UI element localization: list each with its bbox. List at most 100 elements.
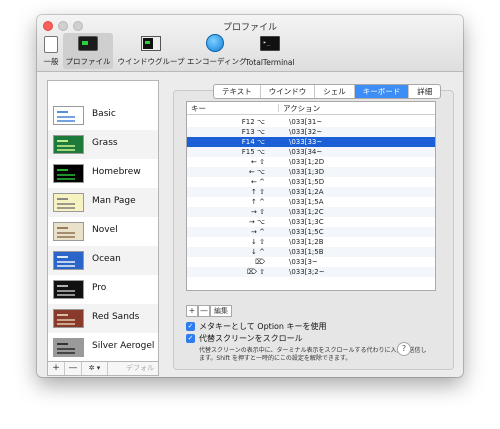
key-cell: F15 ⌥ — [241, 148, 265, 156]
tab-keyboard[interactable]: キーボード — [354, 85, 410, 98]
action-cell: \033[34~ — [289, 148, 323, 156]
toolbar-label: TotalTerminal — [245, 58, 295, 67]
profile-item-pro[interactable]: Pro — [48, 275, 158, 304]
action-cell: \033[3;2~ — [289, 268, 325, 276]
preferences-window: プロファイル 一般 プロファイル ウインドウグループ エンコーディング Tota… — [37, 15, 463, 377]
remove-key-button[interactable]: — — [198, 305, 210, 317]
key-cell: ⌦ — [255, 258, 265, 266]
profile-thumbnail — [53, 135, 84, 154]
title-bar: プロファイル 一般 プロファイル ウインドウグループ エンコーディング Tota… — [37, 15, 463, 72]
table-row[interactable]: ↓ ⇧ \033[1;2B — [187, 237, 435, 247]
table-row[interactable]: ← ⇧ \033[1;2D — [187, 157, 435, 167]
profile-item-red-sands[interactable]: Red Sands — [48, 304, 158, 333]
toolbar-profiles[interactable]: プロファイル — [63, 33, 113, 69]
profiles-icon — [78, 36, 98, 51]
table-row[interactable]: ↑ ^ \033[1;5A — [187, 197, 435, 207]
toolbar-totalterminal[interactable]: TotalTerminal — [245, 33, 295, 69]
profile-thumbnail — [53, 193, 84, 212]
table-row[interactable]: F15 ⌥ \033[34~ — [187, 147, 435, 157]
edit-key-button[interactable]: 編集 — [210, 305, 232, 317]
profile-item-silver-aerogel[interactable]: Silver Aerogel — [48, 333, 158, 361]
settings-tabs: テキスト ウインドウ シェル キーボード 詳細 — [213, 84, 442, 99]
action-cell: \033[3~ — [289, 258, 318, 266]
table-row[interactable]: ⌦ \033[3~ — [187, 257, 435, 267]
action-cell: \033[1;5D — [289, 178, 325, 186]
toolbar-general[interactable]: 一般 — [41, 33, 61, 69]
key-cell: → ⌥ — [248, 218, 265, 226]
profile-item-basic[interactable]: Basic — [48, 101, 158, 130]
action-cell: \033[1;3C — [289, 218, 324, 226]
keyboard-mapping-table: キー アクション F12 ⌥ \033[31~ F13 ⌥ \033[32~ F14… — [186, 101, 436, 291]
profile-name: Ocean — [92, 254, 121, 264]
table-row[interactable]: ⌦ ⇧ \033[3;2~ — [187, 267, 435, 277]
key-cell: F12 ⌥ — [241, 118, 265, 126]
key-cell: ← ^ — [251, 178, 265, 186]
general-icon — [44, 36, 58, 53]
column-header-action[interactable]: アクション — [283, 103, 320, 114]
toolbar-window-groups[interactable]: ウインドウグループ — [115, 33, 187, 69]
table-row[interactable]: → ^ \033[1;5C — [187, 227, 435, 237]
add-key-button[interactable]: + — [186, 305, 198, 317]
globe-icon — [206, 34, 224, 52]
profile-thumbnail — [53, 164, 84, 183]
table-row[interactable]: → ⇧ \033[1;2C — [187, 207, 435, 217]
tab-window[interactable]: ウインドウ — [261, 85, 316, 98]
profile-name: Homebrew — [92, 167, 141, 177]
action-cell: \033[33~ — [289, 138, 323, 146]
key-cell: F14 ⌥ — [241, 138, 265, 146]
profile-thumbnail — [53, 280, 84, 299]
profile-thumbnail — [53, 309, 84, 328]
tab-advanced[interactable]: 詳細 — [409, 85, 440, 98]
table-row[interactable]: ↓ ^ \033[1;5B — [187, 247, 435, 257]
profile-item-ocean[interactable]: Ocean — [48, 246, 158, 275]
column-header-key[interactable]: キー — [191, 103, 206, 114]
meta-key-checkbox[interactable]: ✓ — [186, 322, 195, 331]
key-cell: ⌦ ⇧ — [247, 268, 265, 276]
key-cell: F13 ⌥ — [241, 128, 265, 136]
profile-item-man-page[interactable]: Man Page — [48, 188, 158, 217]
tab-shell[interactable]: シェル — [315, 85, 355, 98]
key-cell: ↓ ⇧ — [251, 238, 265, 246]
action-cell: \033[1;3D — [289, 168, 325, 176]
toolbar-label: ウインドウグループ — [117, 57, 185, 66]
table-row[interactable]: F12 ⌥ \033[31~ — [187, 117, 435, 127]
table-row[interactable]: F13 ⌥ \033[32~ — [187, 127, 435, 137]
profile-thumbnail — [53, 106, 84, 125]
table-row[interactable]: ↑ ⇧ \033[1;2A — [187, 187, 435, 197]
table-row[interactable]: ← ^ \033[1;5D — [187, 177, 435, 187]
column-divider — [278, 104, 279, 112]
profile-item-grass[interactable]: Grass — [48, 130, 158, 159]
profile-name: Novel — [92, 225, 118, 235]
table-row[interactable]: ← ⌥ \033[1;3D — [187, 167, 435, 177]
table-header: キー アクション — [187, 102, 435, 115]
action-cell: \033[1;2D — [289, 158, 325, 166]
action-cell: \033[1;5C — [289, 228, 324, 236]
table-row-selected[interactable]: F14 ⌥ \033[33~ — [187, 137, 435, 147]
set-default-button[interactable]: デフォルト — [126, 362, 158, 377]
window-title: プロファイル — [222, 23, 277, 33]
profile-item-homebrew[interactable]: Homebrew — [48, 159, 158, 188]
profile-item-novel[interactable]: Novel — [48, 217, 158, 246]
alt-screen-scroll-checkbox[interactable]: ✓ — [186, 334, 195, 343]
table-row[interactable]: → ⌥ \033[1;3C — [187, 217, 435, 227]
action-cell: \033[1;2B — [289, 238, 324, 246]
toolbar-encodings[interactable]: エンコーディング — [187, 33, 246, 69]
profile-name: Man Page — [92, 196, 136, 206]
action-cell: \033[1;2C — [289, 208, 324, 216]
remove-profile-button[interactable]: — — [65, 362, 82, 375]
key-cell: ↑ ⇧ — [251, 188, 265, 196]
key-cell: → ^ — [251, 228, 265, 236]
tab-text[interactable]: テキスト — [214, 85, 261, 98]
action-cell: \033[1;5A — [289, 198, 324, 206]
action-cell: \033[32~ — [289, 128, 323, 136]
profile-thumbnail — [53, 338, 84, 357]
profile-thumbnail — [53, 251, 84, 270]
profile-thumbnail — [53, 222, 84, 241]
toolbar-label: 一般 — [43, 57, 59, 66]
add-profile-button[interactable]: + — [48, 362, 65, 375]
toolbar-label: プロファイル — [65, 57, 111, 66]
help-button[interactable]: ? — [397, 342, 411, 356]
key-cell: ← ⇧ — [251, 158, 265, 166]
profile-list: Basic Grass Homebrew Man Page Novel Ocea… — [47, 80, 159, 362]
gear-menu-button[interactable]: ✲ ▾ — [82, 362, 108, 375]
